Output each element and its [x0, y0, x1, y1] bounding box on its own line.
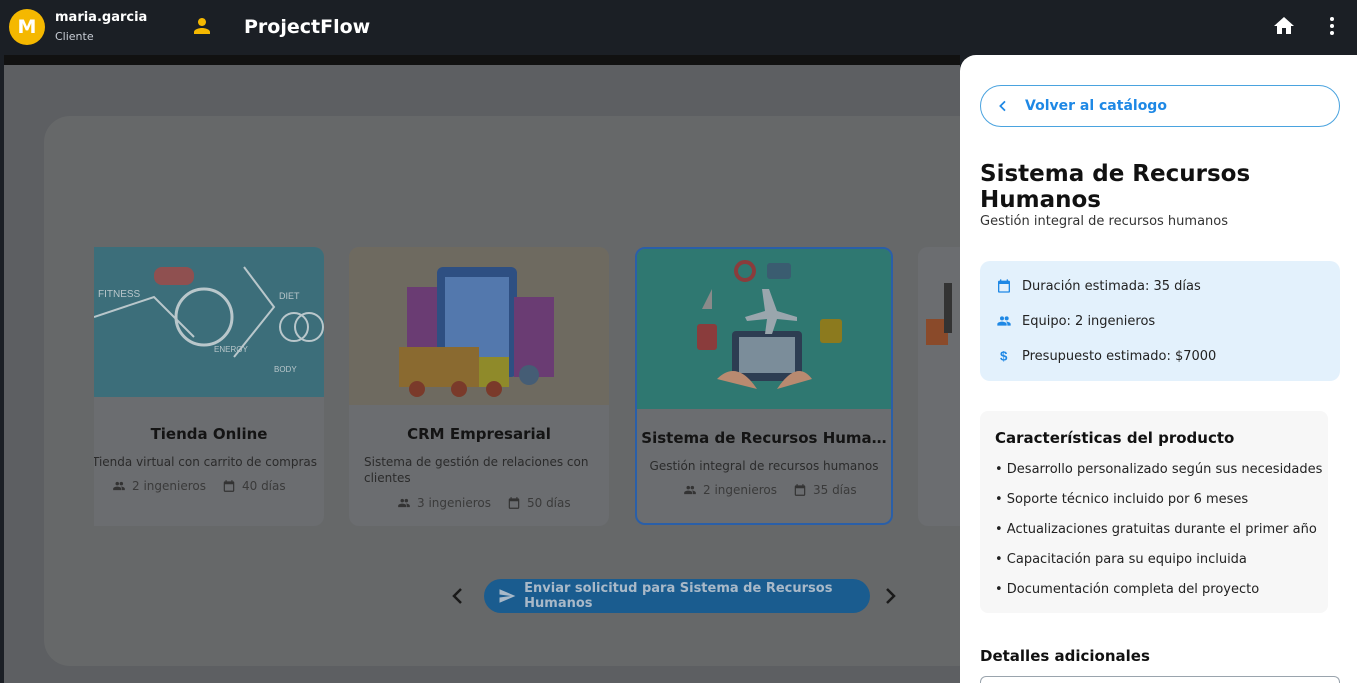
app-bar: M maria.garcia Cliente ProjectFlow — [0, 0, 1357, 55]
info-team-text: Equipo: 2 ingenieros — [1022, 313, 1156, 329]
send-request-label: Enviar solicitud para Sistema de Recurso… — [524, 581, 833, 611]
svg-text:BODY: BODY — [274, 365, 297, 374]
additional-details-field[interactable] — [980, 676, 1340, 683]
product-detail-drawer: Volver al catálogo Sistema de Recursos H… — [960, 55, 1357, 683]
info-budget: $ Presupuesto estimado: $7000 — [996, 348, 1216, 364]
card-description: Sistema de gestión de relaciones con cli… — [364, 455, 589, 485]
calendar-icon — [794, 484, 806, 496]
card-duration: 35 días — [812, 483, 857, 497]
feature-item: • Soporte técnico incluido por 6 meses — [995, 492, 1249, 507]
card-image-travel — [637, 249, 891, 409]
card-title: Tienda Online — [150, 425, 268, 443]
features-box: Características del producto • Desarroll… — [980, 411, 1328, 613]
card-image-warehouse — [918, 247, 960, 407]
card-team: 2 ingenieros — [132, 479, 206, 493]
product-card-recursos-humanos[interactable]: Sistema de Recursos Huma… Gestión integr… — [635, 247, 893, 525]
feature-item: • Documentación completa del proyecto — [995, 582, 1260, 597]
brand-title[interactable]: ProjectFlow — [244, 16, 370, 38]
feature-item: • Capacitación para su equipo incluida — [995, 552, 1247, 567]
group-icon — [997, 316, 1011, 326]
info-duration-text: Duración estimada: 35 días — [1022, 278, 1201, 294]
calendar-icon — [223, 480, 235, 492]
calendar-icon — [998, 279, 1010, 293]
feature-item: • Actualizaciones gratuitas durante el p… — [995, 522, 1317, 537]
card-team: 2 ingenieros — [703, 483, 777, 497]
back-label: Volver al catálogo — [1025, 98, 1167, 114]
group-icon — [684, 485, 696, 495]
card-meta: 2 ingenieros 35 días — [683, 483, 857, 497]
card-description: Tienda virtual con carrito de compras — [94, 455, 318, 469]
next-arrow-icon[interactable] — [878, 584, 902, 608]
dollar-icon: $ — [1000, 349, 1008, 364]
group-icon — [113, 481, 125, 491]
card-meta: 3 ingenieros 50 días — [397, 496, 571, 510]
product-title: Sistema de Recursos Humanos — [980, 161, 1251, 213]
svg-text:$: $ — [1000, 349, 1008, 364]
back-to-catalog-button[interactable]: Volver al catálogo — [980, 85, 1340, 127]
card-image-crm — [349, 247, 609, 405]
send-request-button[interactable]: Enviar solicitud para Sistema de Recurso… — [484, 579, 870, 613]
svg-text:ENERGY: ENERGY — [214, 345, 248, 354]
more-vert-icon[interactable] — [1320, 14, 1344, 38]
product-card-tienda-online[interactable]: FITNESS DIET ENERGY BODY Tienda Online T… — [94, 247, 324, 526]
user-role: Cliente — [55, 30, 94, 43]
card-description: Gestión integral de recursos humanos — [649, 459, 879, 473]
card-duration: 40 días — [241, 479, 286, 493]
info-duration: Duración estimada: 35 días — [996, 278, 1201, 294]
info-budget-text: Presupuesto estimado: $7000 — [1022, 348, 1217, 364]
card-title: Sistema de Recursos Huma… — [641, 429, 887, 447]
product-card-crm-empresarial[interactable]: CRM Empresarial Sistema de gestión de re… — [349, 247, 609, 526]
person-icon[interactable] — [190, 14, 214, 38]
chevron-left-icon — [999, 100, 1006, 112]
prev-arrow-icon[interactable] — [446, 584, 470, 608]
card-meta: 2 ingenieros 40 días — [112, 479, 286, 493]
card-image-fitness: FITNESS DIET ENERGY BODY — [94, 247, 324, 397]
product-info-box: Duración estimada: 35 días Equipo: 2 ing… — [980, 261, 1340, 381]
group-icon — [398, 498, 410, 508]
card-team: 3 ingenieros — [417, 496, 491, 510]
info-team: Equipo: 2 ingenieros — [996, 313, 1155, 329]
send-icon — [499, 589, 516, 603]
feature-item: • Desarrollo personalizado según sus nec… — [995, 462, 1323, 477]
avatar[interactable]: M — [9, 9, 45, 45]
user-name: maria.garcia — [55, 10, 148, 25]
product-subtitle: Gestión integral de recursos humanos — [980, 214, 1229, 229]
calendar-icon — [508, 497, 520, 509]
svg-text:FITNESS: FITNESS — [98, 289, 141, 300]
additional-details-title: Detalles adicionales — [980, 647, 1150, 665]
svg-text:DIET: DIET — [279, 291, 300, 301]
page-top-strip — [4, 55, 960, 65]
product-card-partial[interactable] — [918, 247, 960, 526]
home-icon[interactable] — [1272, 14, 1296, 38]
card-duration: 50 días — [526, 496, 571, 510]
card-title: CRM Empresarial — [407, 425, 551, 443]
features-title: Características del producto — [995, 429, 1235, 447]
